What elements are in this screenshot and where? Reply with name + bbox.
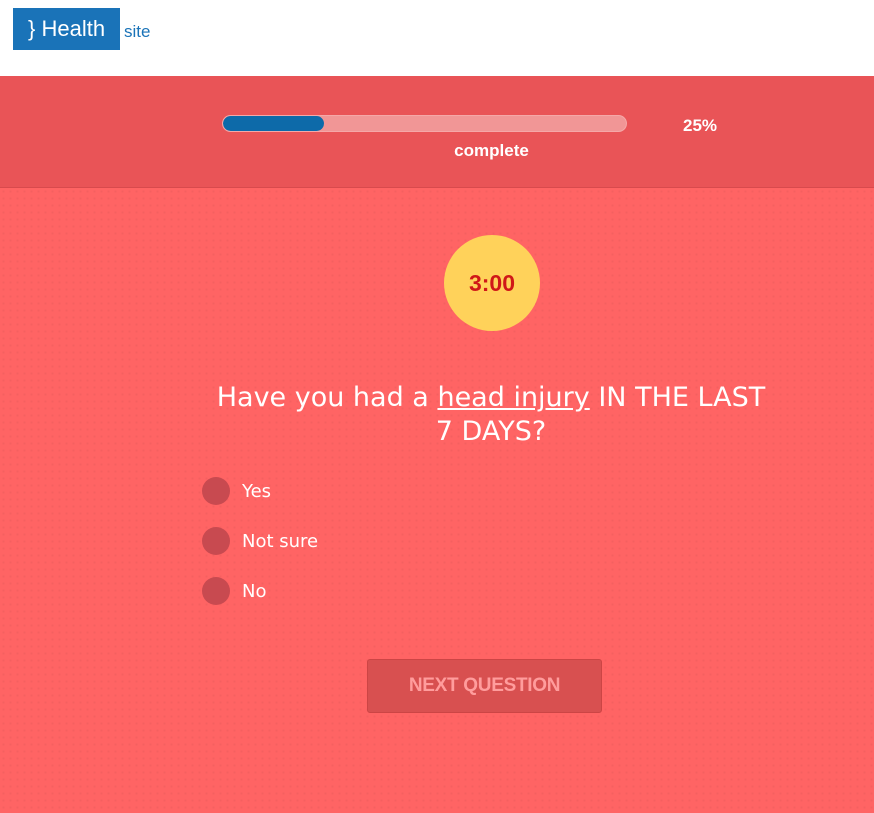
radio-button[interactable] [202,527,230,555]
quiz-panel [0,188,874,813]
option-label: Yes [242,480,272,502]
radio-button[interactable] [202,577,230,605]
progress-percent: 25% [683,116,718,135]
question-prefix: Have you had a [216,382,438,413]
option-label: No [242,580,267,602]
option-not-sure[interactable]: Not sure [202,527,318,555]
option-label: Not sure [242,530,319,552]
site-header: } Health site [0,0,874,76]
progress-bar [222,115,627,132]
radio-button[interactable] [202,477,230,505]
option-no[interactable]: No [202,577,266,605]
progress-caption: complete [454,141,529,160]
option-yes[interactable]: Yes [202,477,271,505]
health-logo[interactable]: } Health [13,8,120,50]
head-injury-link[interactable]: head injury [437,382,589,413]
site-label[interactable]: site [124,22,150,42]
progress-bar-fill [223,116,324,131]
next-question-button[interactable]: NEXT QUESTION [367,659,602,713]
countdown-timer: 3:00 [444,235,540,331]
progress-section [0,76,874,188]
question-text: Have you had a head injury IN THE LAST 7… [212,381,770,449]
